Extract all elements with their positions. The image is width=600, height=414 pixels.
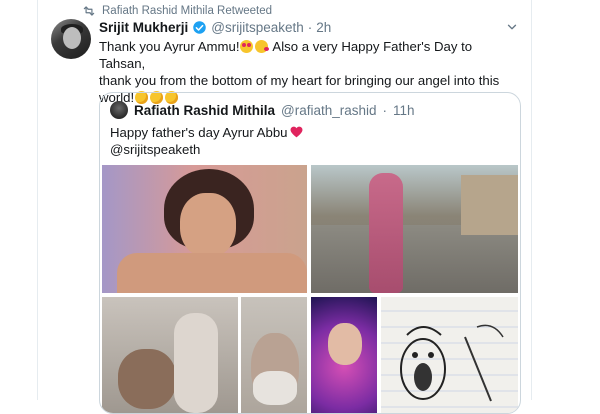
father-daughter-photo[interactable] bbox=[102, 297, 238, 413]
quoted-author-avatar[interactable] bbox=[110, 101, 128, 119]
rooftop-photo[interactable] bbox=[311, 165, 518, 293]
tweet-dot-separator: · bbox=[307, 19, 313, 35]
girl-sparkle-filter-photo[interactable] bbox=[311, 297, 377, 413]
quoted-tweet-header: Rafiath Rashid Mithila @rafiath_rashid ·… bbox=[134, 101, 415, 119]
tweet-text-line1: Thank you Ayrur Ammu! bbox=[99, 39, 240, 54]
timeline-right-border bbox=[531, 0, 532, 400]
quoted-tweet-text: Happy father's day Ayrur Abbu @srijitspe… bbox=[110, 124, 303, 158]
tweet-header: Srijit Mukherji @srijitspeaketh · 2h bbox=[99, 18, 331, 36]
girl-portrait-photo[interactable] bbox=[102, 165, 307, 293]
tweet-text-line2: thank you from the bottom of my heart fo… bbox=[99, 73, 500, 88]
quoted-tweet-card[interactable]: Rafiath Rashid Mithila @rafiath_rashid ·… bbox=[99, 92, 521, 414]
verified-badge-icon bbox=[193, 20, 207, 34]
timeline-left-border bbox=[37, 0, 38, 400]
blowing-kiss-emoji-icon bbox=[255, 40, 270, 53]
retweet-icon bbox=[83, 6, 95, 16]
author-name[interactable]: Srijit Mukherji bbox=[99, 20, 188, 35]
cartoon-sketch-photo[interactable] bbox=[381, 297, 518, 413]
retweet-context-label[interactable]: Rafiath Rashid Mithila Retweeted bbox=[102, 5, 272, 17]
quoted-text-line1: Happy father's day Ayrur Abbu bbox=[110, 125, 288, 140]
quoted-timestamp[interactable]: 11h bbox=[393, 103, 415, 118]
chevron-down-icon[interactable] bbox=[505, 20, 519, 34]
red-heart-emoji-icon bbox=[291, 126, 303, 138]
quoted-author-name[interactable]: Rafiath Rashid Mithila bbox=[134, 103, 275, 118]
tweet-timestamp[interactable]: 2h bbox=[316, 20, 331, 35]
quoted-author-handle[interactable]: @rafiath_rashid bbox=[281, 103, 377, 118]
bearded-man-selfie-photo[interactable] bbox=[241, 297, 307, 413]
author-handle[interactable]: @srijitspeaketh bbox=[211, 20, 304, 35]
quoted-dot-separator: · bbox=[382, 102, 388, 118]
heart-eyes-emoji-icon bbox=[240, 40, 254, 53]
retweet-context: Rafiath Rashid Mithila Retweeted bbox=[82, 3, 272, 19]
author-avatar[interactable] bbox=[51, 19, 91, 59]
quoted-text-mention[interactable]: @srijitspeaketh bbox=[110, 142, 200, 157]
